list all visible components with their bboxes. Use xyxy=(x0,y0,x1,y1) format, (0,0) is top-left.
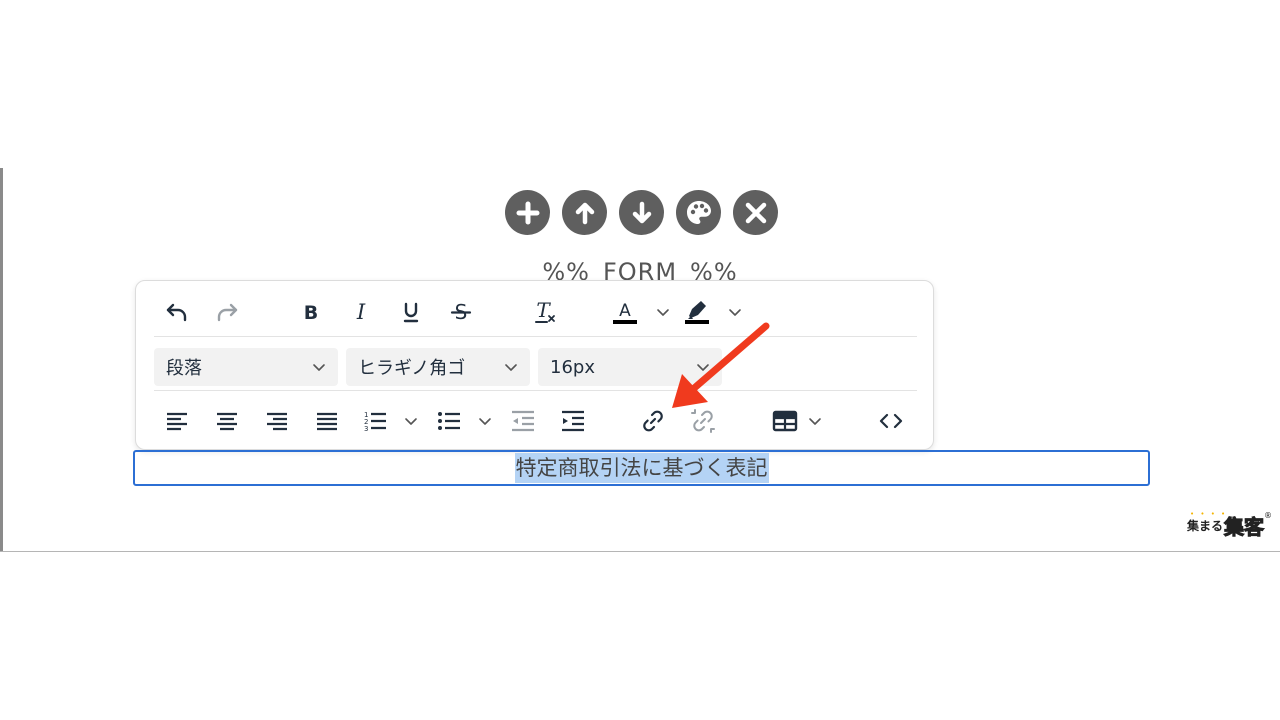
unlink-button[interactable] xyxy=(688,404,718,438)
block-controls xyxy=(505,190,778,235)
rich-text-toolbar: B I S T A xyxy=(135,280,934,450)
font-size-select[interactable]: 16px xyxy=(538,348,722,386)
bullet-list-icon xyxy=(438,412,460,430)
selected-text[interactable]: 特定商取引法に基づく表記 xyxy=(514,453,769,483)
chevron-down-icon xyxy=(657,308,669,316)
table-button[interactable] xyxy=(770,404,800,438)
bold-icon: B xyxy=(304,302,318,324)
arrow-down-icon xyxy=(632,201,651,223)
numbered-list-button[interactable]: 123 xyxy=(360,404,390,438)
align-right-button[interactable] xyxy=(262,404,292,438)
clear-formatting-button[interactable]: T xyxy=(530,295,560,329)
align-justify-button[interactable] xyxy=(312,404,342,438)
svg-text:I: I xyxy=(356,300,366,324)
svg-text:T: T xyxy=(536,299,551,322)
arrow-up-icon xyxy=(575,202,594,224)
close-icon xyxy=(745,202,766,223)
bold-button[interactable]: B xyxy=(296,295,326,329)
brand-small-text: 集まる xyxy=(1186,518,1223,533)
style-button[interactable] xyxy=(676,190,721,235)
italic-icon: I xyxy=(356,300,366,324)
undo-icon xyxy=(166,303,187,321)
code-icon xyxy=(879,413,903,429)
outdent-button[interactable] xyxy=(508,404,538,438)
highlight-color-button[interactable] xyxy=(682,295,712,329)
undo-button[interactable] xyxy=(162,295,192,329)
chevron-down-icon xyxy=(809,418,821,425)
chevron-down-icon xyxy=(313,364,325,371)
indent-icon xyxy=(562,410,584,432)
editor-page: %%_FORM_%% B I S T xyxy=(0,0,1280,720)
chevron-down-icon xyxy=(479,418,491,425)
toolbar-row-selects: 段落 ヒラギノ角ゴ 16px xyxy=(154,343,917,391)
align-center-icon xyxy=(217,412,237,431)
text-color-icon: A xyxy=(613,301,637,324)
strikethrough-button[interactable]: S xyxy=(446,295,476,329)
brand-logo: • • • • 集まる 集客 ® xyxy=(1187,510,1272,540)
bullet-list-button[interactable] xyxy=(434,404,464,438)
table-dropdown[interactable] xyxy=(808,414,822,428)
brand-dots: • • • • xyxy=(1189,510,1228,518)
insert-link-button[interactable] xyxy=(638,404,668,438)
block-format-select[interactable]: 段落 xyxy=(154,348,338,386)
font-size-value: 16px xyxy=(550,356,595,378)
block-format-value: 段落 xyxy=(166,358,202,379)
redo-button[interactable] xyxy=(212,295,242,329)
numbered-list-dropdown[interactable] xyxy=(404,414,418,428)
palette-icon xyxy=(686,200,711,224)
svg-text:B: B xyxy=(304,302,318,324)
strikethrough-icon: S xyxy=(450,300,472,324)
chevron-down-icon xyxy=(697,364,709,371)
chevron-down-icon xyxy=(729,308,741,316)
numbered-list-icon: 123 xyxy=(364,411,386,433)
align-center-button[interactable] xyxy=(212,404,242,438)
move-down-button[interactable] xyxy=(619,190,664,235)
clear-formatting-icon: T xyxy=(535,299,555,323)
italic-button[interactable]: I xyxy=(346,295,376,329)
unlink-icon xyxy=(691,409,715,433)
frame-left-border xyxy=(0,168,3,552)
add-block-button[interactable] xyxy=(505,190,550,235)
toolbar-row-formatting: B I S T A xyxy=(154,287,917,337)
editable-text-block[interactable]: 特定商取引法に基づく表記 xyxy=(133,450,1150,486)
highlighter-icon xyxy=(685,300,709,324)
text-color-dropdown[interactable] xyxy=(656,305,670,319)
font-family-select[interactable]: ヒラギノ角ゴ xyxy=(346,348,530,386)
indent-button[interactable] xyxy=(558,404,588,438)
text-color-button[interactable]: A xyxy=(610,295,640,329)
align-left-icon xyxy=(167,412,187,431)
move-up-button[interactable] xyxy=(562,190,607,235)
toolbar-row-paragraph: 123 xyxy=(154,397,917,445)
chevron-down-icon xyxy=(505,364,517,371)
frame-bottom-border xyxy=(0,551,1280,552)
bullet-list-dropdown[interactable] xyxy=(478,414,492,428)
svg-text:A: A xyxy=(619,301,631,321)
underline-button[interactable] xyxy=(396,295,426,329)
source-code-button[interactable] xyxy=(876,404,906,438)
svg-text:3: 3 xyxy=(364,425,368,433)
chevron-down-icon xyxy=(405,418,417,425)
delete-block-button[interactable] xyxy=(733,190,778,235)
plus-icon xyxy=(516,201,539,224)
underline-icon xyxy=(403,302,419,322)
brand-registered-mark: ® xyxy=(1264,510,1272,520)
align-right-icon xyxy=(267,412,287,431)
align-left-button[interactable] xyxy=(162,404,192,438)
font-family-value: ヒラギノ角ゴ xyxy=(358,358,466,379)
outdent-icon xyxy=(512,410,534,432)
brand-big-text: 集客 xyxy=(1224,514,1265,539)
table-icon xyxy=(772,410,798,432)
align-justify-icon xyxy=(317,412,337,431)
redo-icon xyxy=(217,303,238,321)
highlight-color-dropdown[interactable] xyxy=(728,305,742,319)
link-icon xyxy=(643,410,663,432)
